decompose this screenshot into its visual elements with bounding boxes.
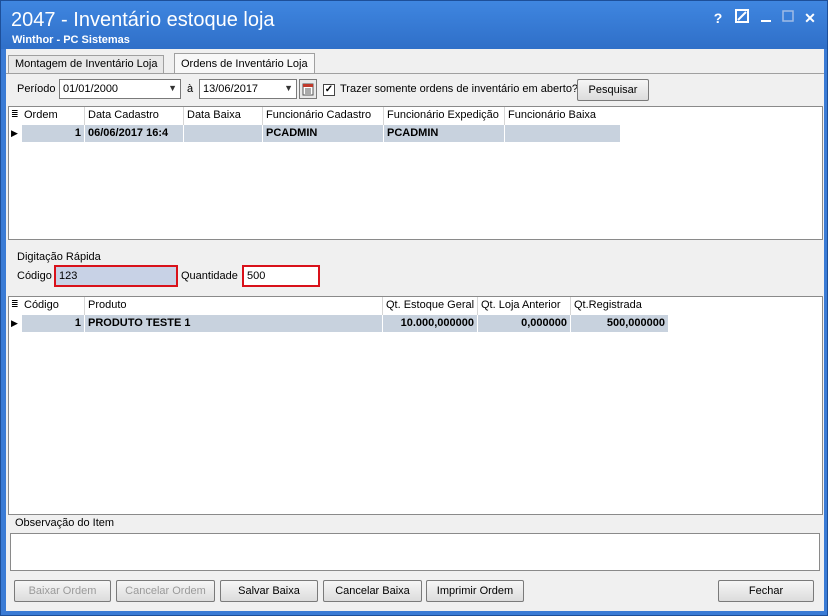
app-window: 2047 - Inventário estoque loja Winthor -… <box>0 0 828 616</box>
periodo-label: Período <box>17 83 56 95</box>
col-ordem[interactable]: Ordem <box>24 109 58 121</box>
grid-menu-icon[interactable]: ≣ <box>11 109 19 120</box>
items-grid-header: ≣ Código Produto Qt. Estoque Geral Qt. L… <box>9 297 822 315</box>
observacao-textarea[interactable] <box>10 533 820 571</box>
col-func-baixa[interactable]: Funcionário Baixa <box>508 109 596 121</box>
window-title: 2047 - Inventário estoque loja <box>11 9 275 31</box>
date-from-value: 01/01/2000 <box>63 83 119 95</box>
cell-produto[interactable]: PRODUTO TESTE 1 <box>85 315 383 332</box>
orders-grid-header: ≣ Ordem Data Cadastro Data Baixa Funcion… <box>9 107 822 125</box>
tab-divider <box>6 73 824 74</box>
col-data-baixa[interactable]: Data Baixa <box>187 109 241 121</box>
a-label: à <box>187 83 194 95</box>
cell-codigo[interactable]: 1 <box>22 315 85 332</box>
cell-ordem[interactable]: 1 <box>22 125 85 142</box>
col-loja-anterior[interactable]: Qt. Loja Anterior <box>481 299 561 311</box>
date-to-combo[interactable]: 13/06/2017 ▼ <box>199 79 297 99</box>
table-row[interactable]: ▶ 1 PRODUTO TESTE 1 10.000,000000 0,0000… <box>9 315 669 333</box>
codigo-input[interactable]: 123 <box>54 265 178 287</box>
col-divider <box>570 297 571 315</box>
baixar-ordem-button[interactable]: Baixar Ordem <box>14 580 111 602</box>
help-icon[interactable]: ? <box>709 9 727 27</box>
cell-func-cadastro[interactable]: PCADMIN <box>263 125 384 142</box>
items-grid[interactable]: ≣ Código Produto Qt. Estoque Geral Qt. L… <box>8 296 823 515</box>
observacao-label: Observação do Item <box>15 517 115 529</box>
col-divider <box>382 297 383 315</box>
cell-data-baixa[interactable] <box>184 125 263 142</box>
maximize-icon[interactable] <box>779 9 797 27</box>
col-divider <box>84 297 85 315</box>
col-divider <box>262 107 263 125</box>
only-open-label: Trazer somente ordens de inventário em a… <box>340 83 579 95</box>
col-divider <box>84 107 85 125</box>
date-to-value: 13/06/2017 <box>203 83 259 95</box>
quick-entry-label: Digitação Rápida <box>17 251 101 263</box>
col-estoque-geral[interactable]: Qt. Estoque Geral <box>386 299 474 311</box>
col-data-cadastro[interactable]: Data Cadastro <box>88 109 159 121</box>
chevron-down-icon[interactable]: ▼ <box>168 83 177 93</box>
col-func-cadastro[interactable]: Funcionário Cadastro <box>266 109 371 121</box>
cell-func-baixa[interactable] <box>505 125 621 142</box>
col-divider <box>383 107 384 125</box>
cell-loja-anterior[interactable]: 0,000000 <box>478 315 571 332</box>
edit-icon[interactable] <box>733 9 751 27</box>
grid-menu-icon[interactable]: ≣ <box>11 299 19 310</box>
quantidade-label: Quantidade <box>181 270 238 282</box>
minimize-icon[interactable] <box>757 9 775 27</box>
codigo-label: Código <box>17 270 52 282</box>
cell-func-expedicao[interactable]: PCADMIN <box>384 125 505 142</box>
window-subtitle: Winthor - PC Sistemas <box>12 34 130 46</box>
tab-strip: Montagem de Inventário Loja Ordens de In… <box>6 53 824 74</box>
quantidade-input[interactable]: 500 <box>242 265 320 287</box>
close-icon[interactable]: ✕ <box>801 9 819 27</box>
fechar-button[interactable]: Fechar <box>718 580 814 602</box>
row-indicator-icon: ▶ <box>11 128 18 138</box>
row-indicator-icon: ▶ <box>11 318 18 328</box>
col-func-expedicao[interactable]: Funcionário Expedição <box>387 109 499 121</box>
col-codigo[interactable]: Código <box>24 299 59 311</box>
title-bar: 2047 - Inventário estoque loja Winthor -… <box>1 1 827 49</box>
col-registrada[interactable]: Qt.Registrada <box>574 299 642 311</box>
search-button[interactable]: Pesquisar <box>577 79 649 101</box>
orders-grid[interactable]: ≣ Ordem Data Cadastro Data Baixa Funcion… <box>8 106 823 240</box>
imprimir-ordem-button[interactable]: Imprimir Ordem <box>426 580 524 602</box>
cell-registrada[interactable]: 500,000000 <box>571 315 669 332</box>
cancelar-baixa-button[interactable]: Cancelar Baixa <box>323 580 422 602</box>
client-area: Montagem de Inventário Loja Ordens de In… <box>6 49 824 611</box>
salvar-baixa-button[interactable]: Salvar Baixa <box>220 580 318 602</box>
table-row[interactable]: ▶ 1 06/06/2017 16:4 PCADMIN PCADMIN <box>9 125 621 143</box>
only-open-checkbox[interactable]: ✓ <box>323 84 335 96</box>
cell-data-cadastro[interactable]: 06/06/2017 16:4 <box>85 125 184 142</box>
tab-montagem[interactable]: Montagem de Inventário Loja <box>8 55 165 73</box>
cancelar-ordem-button[interactable]: Cancelar Ordem <box>116 580 215 602</box>
quick-entry-panel: Digitação Rápida Código 123 Quantidade 5… <box>8 243 823 293</box>
col-divider <box>504 107 505 125</box>
date-from-combo[interactable]: 01/01/2000 ▼ <box>59 79 181 99</box>
tab-ordens[interactable]: Ordens de Inventário Loja <box>174 53 315 74</box>
calendar-icon[interactable] <box>299 79 317 99</box>
chevron-down-icon[interactable]: ▼ <box>284 83 293 93</box>
col-divider <box>183 107 184 125</box>
col-divider <box>477 297 478 315</box>
col-produto[interactable]: Produto <box>88 299 127 311</box>
cell-estoque-geral[interactable]: 10.000,000000 <box>383 315 478 332</box>
